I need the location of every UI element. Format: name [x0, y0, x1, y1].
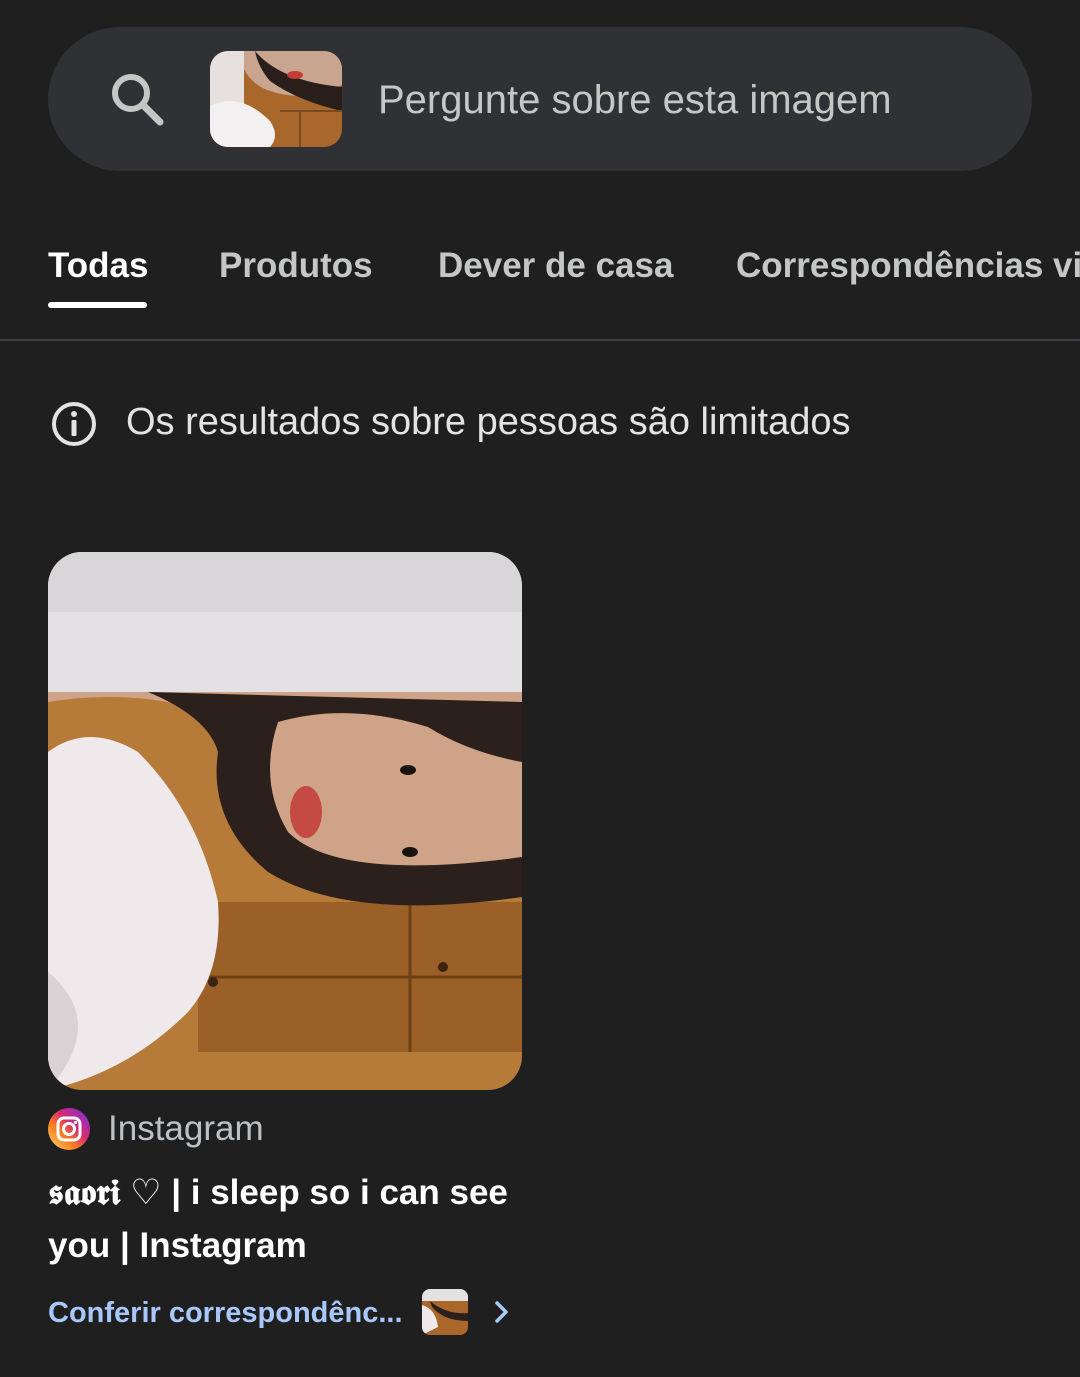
- search-icon[interactable]: [106, 68, 170, 132]
- result-image[interactable]: [48, 552, 522, 1090]
- chevron-right-icon[interactable]: [488, 1298, 516, 1326]
- info-icon: [52, 402, 96, 446]
- match-thumbnail[interactable]: [422, 1289, 468, 1335]
- search-input[interactable]: Pergunte sobre esta imagem: [378, 73, 892, 127]
- tabs-divider: [0, 339, 1080, 341]
- instagram-icon: [48, 1108, 90, 1150]
- tab-correspondencias-visuais[interactable]: Correspondências vis: [736, 240, 1080, 292]
- result-title[interactable]: 𝖘𝖆𝖔𝖗𝖎 ♡ | i sleep so i can see you | Ins…: [48, 1166, 528, 1272]
- tab-todas[interactable]: Todas: [48, 240, 148, 292]
- tab-dever-de-casa[interactable]: Dever de casa: [438, 240, 673, 292]
- query-image-thumbnail[interactable]: [210, 51, 342, 147]
- people-results-notice: Os resultados sobre pessoas são limitado…: [126, 401, 851, 443]
- tab-produtos[interactable]: Produtos: [219, 240, 373, 292]
- active-tab-indicator: [48, 302, 147, 308]
- tab-bar: Todas Produtos Dever de casa Correspondê…: [0, 240, 1080, 310]
- result-source[interactable]: Instagram: [108, 1105, 264, 1153]
- view-match-link[interactable]: Conferir correspondênc...: [48, 1292, 403, 1334]
